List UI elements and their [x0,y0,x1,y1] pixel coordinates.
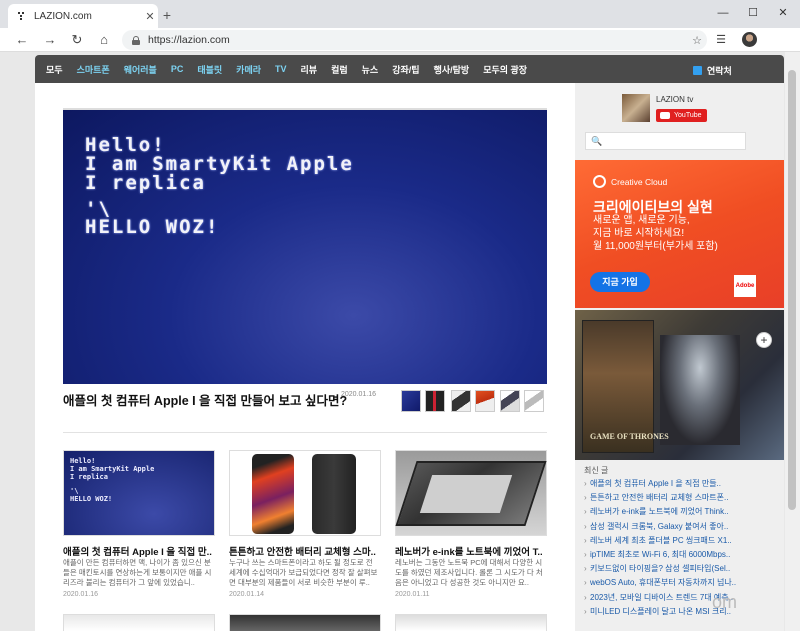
channel-logo[interactable] [622,94,650,122]
card-title-1[interactable]: 애플의 첫 컴퓨터 Apple I 을 직접 만.. [63,544,215,558]
recent-post-link[interactable]: 튼튼하고 안전한 배터리 교체형 스마트폰.. [584,491,744,505]
nav-item[interactable]: 카메라 [236,63,261,76]
thumbnail-1[interactable] [401,390,421,412]
address-bar[interactable]: https://lazion.com ☆ [122,30,707,50]
tab-close-icon[interactable]: ✕ [142,10,158,23]
url-text: https://lazion.com [148,34,230,46]
watermark: om [712,592,738,612]
recent-post-link[interactable]: 레노버 세계 최초 폴더블 PC 씽크패드 X1.. [584,534,744,548]
card-image-5[interactable] [229,614,381,631]
contact-label: 연락처 [707,66,732,76]
game-ad-logo: GAME OF THRONES [590,432,669,441]
channel-name[interactable]: LAZION tv [656,95,693,104]
youtube-icon [660,112,670,119]
nav-item[interactable]: 리뷰 [301,63,318,76]
thumbnail-3[interactable] [451,390,471,412]
scrollbar-thumb[interactable] [788,70,796,510]
card-screen-text-3: I replica [70,473,108,481]
refresh-icon[interactable]: ↻ [67,30,87,50]
thumbnail-5[interactable] [500,390,520,412]
ad-signup-button[interactable]: 지금 가입 [590,272,650,292]
card-date-3: 2020.01.11 [395,591,430,598]
hero-image[interactable]: Hello! I am SmartyKit Apple I replica '\… [63,108,547,384]
recent-post-link[interactable]: 키보드없이 타이핑을? 삼성 셀피타입(Sel.. [584,562,744,576]
home-icon[interactable]: ⌂ [94,30,114,50]
nav-item[interactable]: PC [171,64,184,74]
adobe-logo: Adobe [734,275,756,297]
recent-posts-heading: 최신 글 [584,466,609,475]
hero-screen-text-3: I replica [85,172,206,194]
ad-copy: 새로운 앱, 새로운 기능, 지금 바로 시작하세요! 월 11,000원부터(… [593,214,718,253]
thumbnail-6[interactable] [524,390,544,412]
browser-tab[interactable]: LAZION.com ✕ [8,4,158,28]
card-screen-text-4: '\ [70,487,79,495]
nav-item[interactable]: 강좌/팁 [392,63,419,76]
card-screen-text-5: HELLO WOZ! [70,495,113,503]
forward-icon[interactable]: → [40,30,60,50]
minimize-button[interactable]: — [710,4,736,22]
card-image-1[interactable]: Hello! I am SmartyKit Apple I replica '\… [63,450,215,536]
card-screen-text-1: Hello! [70,457,96,465]
nav-item[interactable]: 행사/탐방 [434,63,470,76]
tab-title: LAZION.com [34,10,92,22]
ad-brand: Creative Cloud [593,175,667,188]
card-title-3[interactable]: 레노버가 e-ink를 노트북에 끼었어 T.. [395,544,547,558]
site-nav: 모두 스마트폰 웨어러블 PC 태블릿 카메라 TV 리뷰 컬럼 뉴스 강좌/팁 행사/탐방 모두의 광… [35,55,784,83]
hero-title[interactable]: 애플의 첫 컴퓨터 Apple I 을 직접 만들어 보고 싶다면? [63,390,347,409]
profile-avatar[interactable] [742,32,757,47]
thumbnail-2[interactable] [425,390,445,412]
recent-post-link[interactable]: 삼성 갤럭시 크롬북, Galaxy 붙여서 좋아.. [584,520,744,534]
nav-item[interactable]: TV [275,64,287,74]
card-date-1: 2020.01.16 [63,591,99,598]
ad-brand-label: Creative Cloud [611,176,668,187]
recent-post-link[interactable]: 레노버가 e-ink를 노트북에 끼었어 Think.. [584,505,744,519]
star-icon[interactable]: ☆ [687,34,707,47]
card-image-6[interactable] [395,614,547,631]
new-tab-button[interactable]: + [160,7,174,23]
nav-item[interactable]: 태블릿 [197,63,222,76]
nav-item[interactable]: 뉴스 [362,63,379,76]
twitter-icon [693,66,702,75]
site-favicon-icon [18,12,26,20]
lock-icon [132,35,140,45]
nav-item[interactable]: 스마트폰 [77,63,110,76]
card-image-4[interactable] [63,614,215,631]
contact-link[interactable]: 연락처 [693,64,732,77]
ad-copy-line-3: 월 11,000원부터(부가세 포함) [593,241,718,252]
back-icon[interactable]: ← [12,30,32,50]
nav-item[interactable]: 모두의 광장 [483,63,527,76]
card-excerpt-2: 누구나 쓰는 스마트폰이라고 하도 될 정도로 전세계에 수십억대가 보급되었다… [229,558,378,587]
game-ad-character [660,335,740,445]
maximize-button[interactable]: ☐ [740,4,766,22]
card-date-2: 2020.01.14 [229,591,265,598]
card-screen-text-2: I am SmartyKit Apple [70,465,155,473]
card-excerpt-3: 레노버는 그동안 노트북 PC에 대해서 다양한 시도를 하였던 제조사입니다.… [395,558,543,587]
youtube-button[interactable]: YouTube [656,109,707,122]
ad-copy-line-1: 새로운 앱, 새로운 기능, [593,215,690,226]
nav-item[interactable]: 컬럼 [331,63,348,76]
card-image-2[interactable] [229,450,381,536]
youtube-label: YouTube [674,112,702,119]
hero-date: 2020.01.16 [341,391,377,398]
hero-screen-text-5: HELLO WOZ! [85,216,220,238]
card-excerpt-1: 애플이 만든 컴퓨터하면 맥, 나이가 좀 있으신 분들은 매킨토시를 연상하는… [63,558,212,587]
favorites-icon[interactable]: ☰ [711,30,731,50]
creative-cloud-icon [593,175,606,188]
divider [63,432,547,433]
search-input[interactable]: 🔍 [585,132,746,150]
recent-post-link[interactable]: ipTIME 최초로 Wi-Fi 6, 최대 6000Mbps.. [584,548,744,562]
close-window-button[interactable]: ✕ [770,4,796,22]
thumbnail-4[interactable] [475,390,495,412]
recent-post-link[interactable]: webOS Auto, 휴대폰부터 자동차까지 넘나.. [584,576,744,590]
nav-item[interactable]: 웨어러블 [124,63,157,76]
recent-post-link[interactable]: 애플의 첫 컴퓨터 Apple I 을 직접 만들.. [584,477,744,491]
nav-item[interactable]: 모두 [46,63,63,76]
ad-copy-line-2: 지금 바로 시작하세요! [593,228,685,239]
card-image-3[interactable] [395,450,547,536]
expand-button[interactable]: + [756,332,772,348]
card-title-2[interactable]: 튼튼하고 안전한 배터리 교체형 스마.. [229,544,381,558]
